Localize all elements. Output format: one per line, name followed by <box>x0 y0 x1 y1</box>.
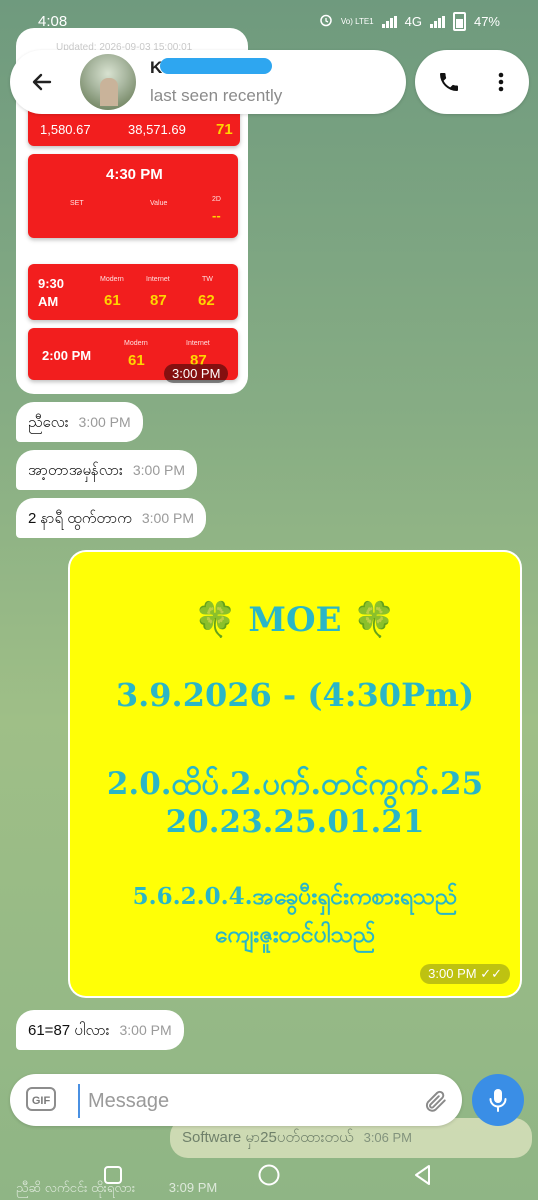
home-circle-icon <box>258 1164 280 1186</box>
set-value: 1,580.67 <box>40 122 91 137</box>
message-text: 61=87 ပါလား <box>28 1022 110 1039</box>
card-930-modern: 61 <box>104 292 121 309</box>
kebab-menu-icon <box>498 72 504 92</box>
moe-title-line: 🍀 MOE 🍀 <box>70 600 520 640</box>
twod-value: 71 <box>216 121 233 138</box>
message-bubble[interactable]: ညီလေး 3:00 PM <box>16 402 143 442</box>
triangle-back-icon <box>415 1165 430 1185</box>
gif-button[interactable]: GIF <box>26 1087 56 1111</box>
moe-date-line: 3.9.2026 - (4:30Pm) <box>115 676 475 714</box>
chat-header: Kai Thar last seen recently <box>10 50 406 114</box>
more-options-button[interactable] <box>485 66 517 98</box>
card-930-tw: 62 <box>198 292 215 309</box>
message-time: 3:00 PM <box>132 462 185 478</box>
paperclip-icon <box>425 1090 446 1112</box>
card-200-modern-label: Modern <box>124 340 148 347</box>
hidden-message-time: 3:06 PM <box>363 1130 413 1145</box>
value-value: 38,571.69 <box>128 122 186 137</box>
message-input[interactable] <box>78 1084 410 1118</box>
attach-button[interactable] <box>420 1086 450 1116</box>
message-composer: GIF <box>10 1074 462 1126</box>
message-bubble[interactable]: 2 နာရီ ထွက်တာက 3:00 PM <box>16 498 206 538</box>
header-actions <box>415 50 529 114</box>
last-seen-status: last seen recently <box>150 86 283 105</box>
recents-icon <box>104 1166 122 1184</box>
card-930-internet: 87 <box>150 292 167 309</box>
card-430-value-label: Value <box>150 200 168 207</box>
card-930: 9:30 AM Modern Internet TW 61 87 62 <box>28 264 238 320</box>
moe-line-4: ကျေးဇူးတင်ပါသည် <box>214 921 376 948</box>
message-bubble[interactable]: 61=87 ပါလား 3:00 PM <box>16 1010 184 1050</box>
card-200-internet-label: Internet <box>186 340 210 347</box>
signal-icon <box>381 15 397 28</box>
call-button[interactable] <box>433 66 465 98</box>
voice-record-button[interactable] <box>472 1074 524 1126</box>
avatar[interactable] <box>80 54 136 110</box>
message-time: 3:00 PM <box>141 510 194 526</box>
card-200-modern: 61 <box>128 352 145 369</box>
message-text: အာ့တာအမှန်လား <box>28 462 123 479</box>
card-200-time: 2:00 PM <box>42 348 92 363</box>
status-icons: Vo) LTE1 4G 47% <box>319 12 500 31</box>
battery-icon <box>452 12 466 31</box>
name-redaction-scribble <box>160 58 272 74</box>
hidden-message-text: Software မှာ25ပတ်ထားတယ် <box>182 1129 354 1146</box>
card-430-2d-value: -- <box>212 208 221 223</box>
card-430-set-label: SET <box>70 200 84 207</box>
card-930-tw-label: TW <box>202 276 213 283</box>
recents-button[interactable] <box>100 1162 126 1188</box>
message-bubble[interactable]: အာ့တာအမှန်လား 3:00 PM <box>16 450 197 490</box>
battery-percent: 47% <box>473 14 500 29</box>
message-text: 2 နာရီ ထွက်တာက <box>28 510 132 527</box>
card-930-time-1: 9:30 <box>38 276 65 291</box>
back-arrow-icon <box>32 73 52 91</box>
moe-line-3: 5.6.2.0.4.အခွေပီးရှင်းကစားရသည် <box>132 883 458 910</box>
message-time: 3:00 PM <box>78 414 131 430</box>
moe-time-text: 3:00 PM <box>428 966 477 981</box>
system-nav-bar <box>0 1150 538 1200</box>
back-nav-button[interactable] <box>410 1162 436 1188</box>
clover-icon: 🍀 <box>194 600 237 640</box>
read-check-icon: ✓✓ <box>480 966 502 981</box>
home-button[interactable] <box>256 1162 282 1188</box>
moe-image-message[interactable]: 🍀 MOE 🍀 3.9.2026 - (4:30Pm) 2.0.ထိပ်.2.ပ… <box>68 550 522 998</box>
signal-icon-2 <box>429 15 445 28</box>
card-430-2d-label: 2D <box>212 196 221 203</box>
card-430: 4:30 PM SET Value 2D -- <box>28 154 238 238</box>
message-time: 3:00 PM <box>119 1022 172 1038</box>
card-930-modern-label: Modern <box>100 276 124 283</box>
image-message-time: 3:00 PM <box>164 364 229 383</box>
clover-icon: 🍀 <box>353 600 396 640</box>
volte-label: Vo) LTE1 <box>340 17 374 26</box>
alarm-icon <box>319 13 333 30</box>
moe-title: MOE <box>248 600 342 640</box>
card-930-time-2: AM <box>38 294 59 309</box>
back-button[interactable] <box>22 62 62 102</box>
card-430-time: 4:30 PM <box>106 166 163 183</box>
moe-image: 🍀 MOE 🍀 3.9.2026 - (4:30Pm) 2.0.ထိပ်.2.ပ… <box>70 552 520 996</box>
phone-icon <box>440 73 458 91</box>
microphone-icon <box>489 1089 507 1112</box>
moe-line-2: 20.23.25.01.21 <box>165 804 425 840</box>
card-930-internet-label: Internet <box>146 276 170 283</box>
network-type: 4G <box>404 14 422 29</box>
moe-message-time: 3:00 PM ✓✓ <box>420 964 510 984</box>
message-text: ညီလေး <box>28 414 69 431</box>
